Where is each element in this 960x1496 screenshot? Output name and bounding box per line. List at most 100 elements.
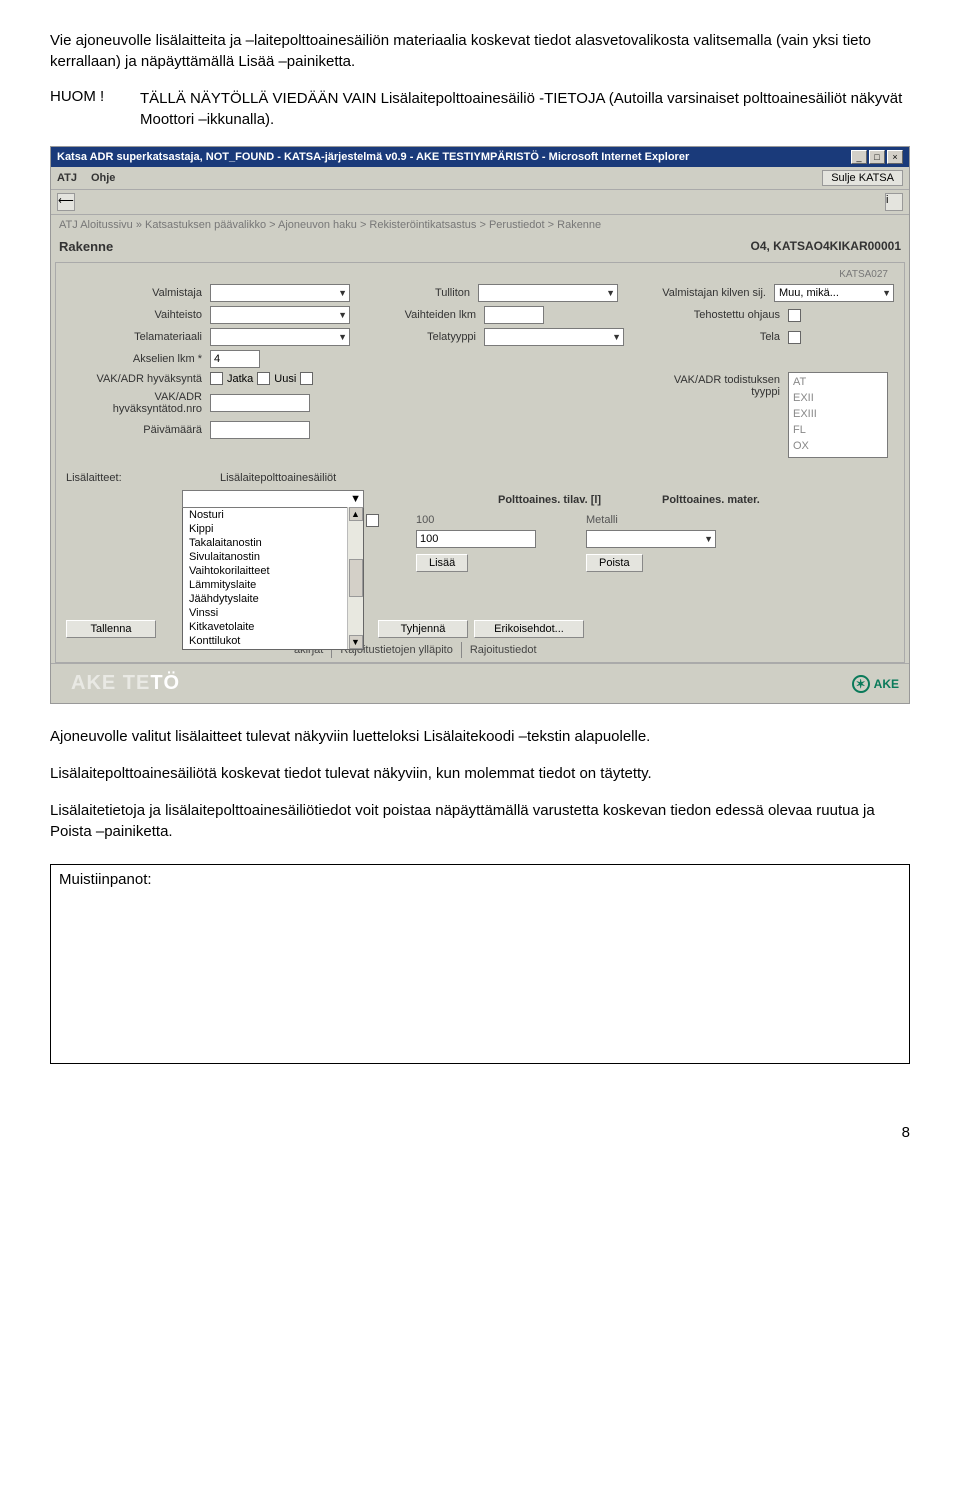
scroll-thumb[interactable] bbox=[349, 559, 363, 597]
select-valmistaja[interactable]: ▼ bbox=[210, 284, 350, 302]
tyhjenna-button[interactable]: Tyhjennä bbox=[378, 620, 468, 638]
input-vak-nro[interactable] bbox=[210, 394, 310, 412]
app-window: Katsa ADR superkatsastaja, NOT_FOUND - K… bbox=[50, 146, 910, 704]
checkbox-uusi[interactable] bbox=[300, 372, 313, 385]
menu-atj[interactable]: ATJ bbox=[57, 172, 77, 184]
para-after-2: Lisälaitepolttoainesäiliötä koskevat tie… bbox=[50, 763, 910, 784]
select-telamateriaali[interactable]: ▼ bbox=[210, 328, 350, 346]
polttoaines-tilav-value: 100 bbox=[416, 514, 434, 526]
dropdown-item[interactable]: Kippi bbox=[183, 522, 347, 536]
dropdown-item[interactable]: Vinssi bbox=[183, 606, 347, 620]
dropdown-scrollbar[interactable]: ▲ ▼ bbox=[347, 507, 363, 649]
maximize-button[interactable]: □ bbox=[869, 150, 885, 164]
chevron-down-icon: ▼ bbox=[882, 288, 891, 298]
list-item[interactable]: FL bbox=[793, 423, 883, 439]
label-valmistaja: Valmistaja bbox=[66, 287, 206, 299]
select-polttoaines-mater[interactable]: ▼ bbox=[586, 530, 716, 548]
select-tulliton[interactable]: ▼ bbox=[478, 284, 618, 302]
checkbox-vak-hyvaksynta[interactable] bbox=[210, 372, 223, 385]
label-lisalaitepolttosailio: Lisälaitepolttoainesäiliöt bbox=[220, 472, 490, 484]
list-item[interactable]: AT bbox=[793, 375, 883, 391]
label-tehostettu: Tehostettu ohjaus bbox=[644, 309, 784, 321]
input-akselien-lkm[interactable] bbox=[210, 350, 260, 368]
lisalaite-dropdown-open[interactable]: ▼ Nosturi Kippi Takalaitanostin Sivulait… bbox=[182, 490, 364, 650]
notes-label: Muistiinpanot: bbox=[59, 871, 152, 888]
dropdown-list: Nosturi Kippi Takalaitanostin Sivulaitan… bbox=[183, 507, 347, 649]
header-polttoaines-tilav: Polttoaines. tilav. [l] bbox=[498, 494, 658, 506]
label-telatyyppi: Telatyyppi bbox=[360, 331, 480, 343]
iconbar: ⟵ i bbox=[51, 190, 909, 215]
env-stamp: AKE TETÖ bbox=[61, 668, 190, 699]
label-vak-hyvaksynta: VAK/ADR hyväksyntä bbox=[66, 373, 206, 385]
para-after-1: Ajoneuvolle valitut lisälaitteet tulevat… bbox=[50, 726, 910, 747]
label-tela: Tela bbox=[644, 331, 784, 343]
label-telamateriaali: Telamateriaali bbox=[66, 331, 206, 343]
label-lisalaitteet: Lisälaitteet: bbox=[66, 472, 216, 484]
page-header: Rakenne O4, KATSAO4KIKAR00001 bbox=[51, 235, 909, 262]
scroll-down-icon[interactable]: ▼ bbox=[349, 635, 363, 649]
label-vak-todistus-tyyppi: VAK/ADR todistuksen tyyppi bbox=[644, 374, 784, 398]
list-item[interactable]: OX bbox=[793, 439, 883, 455]
input-vaihteiden-lkm[interactable] bbox=[484, 306, 544, 324]
poista-button[interactable]: Poista bbox=[586, 554, 643, 572]
header-polttoaines-mater: Polttoaines. mater. bbox=[662, 494, 894, 506]
select-telatyyppi[interactable]: ▼ bbox=[484, 328, 624, 346]
dropdown-item[interactable]: Lämmityslaite bbox=[183, 578, 347, 592]
info-icon[interactable]: i bbox=[885, 193, 903, 211]
scroll-up-icon[interactable]: ▲ bbox=[349, 507, 363, 521]
input-paivamaara[interactable] bbox=[210, 421, 310, 439]
select-kilven-sij[interactable]: Muu, mikä... ▼ bbox=[774, 284, 894, 302]
chevron-down-icon: ▼ bbox=[350, 493, 361, 505]
footer-bar: AKE TETÖ ✶AKE bbox=[51, 663, 909, 703]
menu-ohje[interactable]: Ohje bbox=[91, 172, 115, 184]
window-title: Katsa ADR superkatsastaja, NOT_FOUND - K… bbox=[57, 151, 689, 163]
checkbox-jatka[interactable] bbox=[257, 372, 270, 385]
label-jatka: Jatka bbox=[227, 373, 253, 385]
tab-rajoitustiedot[interactable]: Rajoitustiedot bbox=[462, 642, 545, 658]
dropdown-item[interactable]: Kitkavetolaite bbox=[183, 620, 347, 634]
note-row: HUOM ! TÄLLÄ NÄYTÖLLÄ VIEDÄÄN VAIN Lisäl… bbox=[50, 88, 910, 130]
label-vaihteisto: Vaihteisto bbox=[66, 309, 206, 321]
erikoisehdot-button[interactable]: Erikoisehdot... bbox=[474, 620, 584, 638]
tabs-bar: akirjat Rajoitustietojen ylläpito Rajoit… bbox=[286, 642, 894, 658]
chevron-down-icon: ▼ bbox=[704, 534, 713, 544]
label-paivamaara: Päivämäärä bbox=[66, 424, 206, 436]
dropdown-item[interactable]: Nosturi bbox=[183, 508, 347, 522]
ake-logo-icon: ✶ bbox=[852, 675, 870, 693]
input-polttoaines-tilav[interactable] bbox=[416, 530, 536, 548]
dropdown-item[interactable]: Konttilukot bbox=[183, 634, 347, 648]
list-item[interactable]: EXIII bbox=[793, 407, 883, 423]
form-code: KATSA027 bbox=[66, 269, 894, 280]
nav-back-icon[interactable]: ⟵ bbox=[57, 193, 75, 211]
checkbox-tela[interactable] bbox=[788, 331, 801, 344]
select-kilven-sij-value: Muu, mikä... bbox=[779, 287, 839, 299]
intro-paragraph: Vie ajoneuvolle lisälaitteita ja –laitep… bbox=[50, 30, 910, 72]
sulje-katsa-button[interactable]: Sulje KATSA bbox=[822, 170, 903, 186]
list-item[interactable]: EXII bbox=[793, 391, 883, 407]
polttoaines-mater-value: Metalli bbox=[586, 514, 618, 526]
chevron-down-icon: ▼ bbox=[606, 288, 615, 298]
breadcrumb: ATJ Aloitussivu » Katsastuksen päävalikk… bbox=[51, 215, 909, 235]
ake-logo: ✶AKE bbox=[852, 675, 899, 693]
dropdown-item[interactable]: Sivulaitanostin bbox=[183, 550, 347, 564]
notes-box: Muistiinpanot: bbox=[50, 864, 910, 1064]
close-button[interactable]: × bbox=[887, 150, 903, 164]
list-vak-todistus-tyyppi[interactable]: AT EXII EXIII FL OX bbox=[788, 372, 888, 458]
checkbox-polttoainessailio[interactable] bbox=[366, 514, 379, 527]
chevron-down-icon: ▼ bbox=[338, 310, 347, 320]
tallenna-button[interactable]: Tallenna bbox=[66, 620, 156, 638]
chevron-down-icon: ▼ bbox=[338, 332, 347, 342]
dropdown-item[interactable]: Takalaitanostin bbox=[183, 536, 347, 550]
dropdown-item[interactable]: Vaihtokorilaitteet bbox=[183, 564, 347, 578]
minimize-button[interactable]: _ bbox=[851, 150, 867, 164]
label-vak-nro: VAK/ADR hyväksyntätod.nro bbox=[66, 391, 206, 415]
page-number: 8 bbox=[50, 1124, 910, 1141]
note-text: TÄLLÄ NÄYTÖLLÄ VIEDÄÄN VAIN Lisälaitepol… bbox=[140, 88, 910, 130]
checkbox-tehostettu[interactable] bbox=[788, 309, 801, 322]
select-vaihteisto[interactable]: ▼ bbox=[210, 306, 350, 324]
label-vaihteiden-lkm: Vaihteiden lkm bbox=[360, 309, 480, 321]
dropdown-item[interactable]: Jäähdytyslaite bbox=[183, 592, 347, 606]
para-after-3: Lisälaitetietoja ja lisälaitepolttoaines… bbox=[50, 800, 910, 842]
label-akselien-lkm: Akselien lkm * bbox=[66, 353, 206, 365]
lisaa-button[interactable]: Lisää bbox=[416, 554, 468, 572]
